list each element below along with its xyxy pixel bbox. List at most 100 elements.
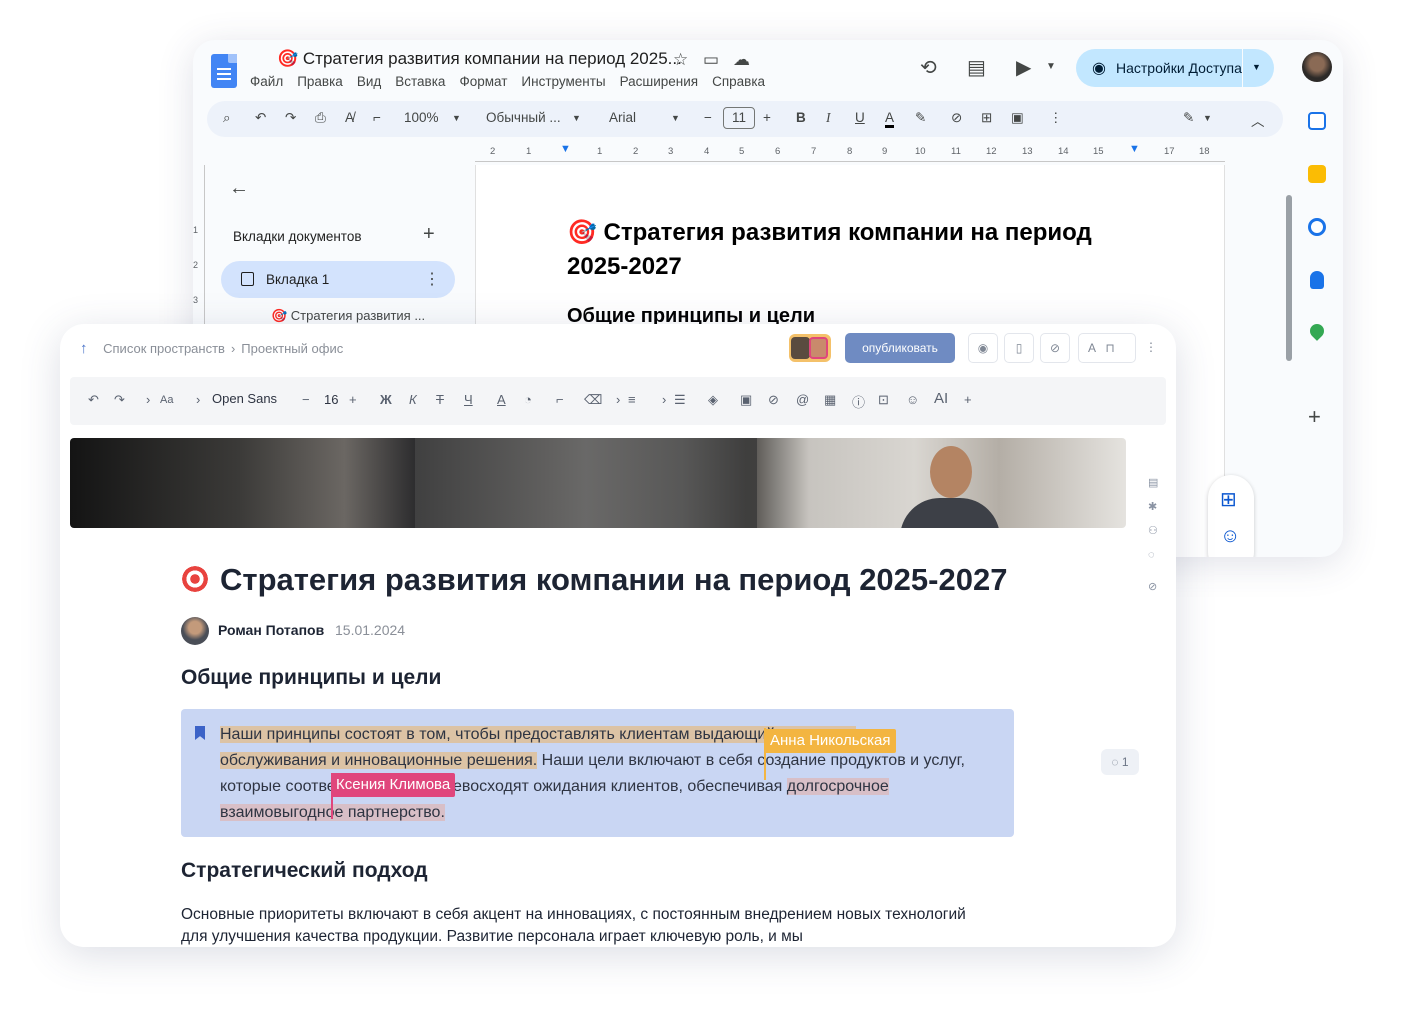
docs-logo-icon[interactable] — [211, 54, 237, 88]
underline-icon[interactable]: U — [855, 110, 865, 125]
highlight-icon[interactable]: ◔ — [524, 392, 532, 407]
chevron-down-icon[interactable]: ▼ — [671, 113, 680, 123]
undo-icon[interactable]: ↶ — [255, 110, 266, 126]
list-icon[interactable]: ☰ — [674, 392, 686, 408]
comments-icon[interactable]: ◌ — [1148, 549, 1155, 561]
menu-view[interactable]: Вид — [357, 74, 381, 89]
decrease-size-icon[interactable]: − — [704, 110, 712, 125]
collapse-toolbar-icon[interactable]: ︿ — [1251, 110, 1265, 130]
font-select[interactable]: Arial — [609, 110, 636, 125]
spellcheck-icon[interactable]: A̸ — [345, 110, 354, 125]
toc-icon[interactable]: ▤ — [1148, 476, 1158, 489]
scrollbar[interactable] — [1286, 195, 1292, 361]
calendar-icon[interactable] — [1308, 112, 1326, 130]
dropdown-icon[interactable]: ⊡ — [878, 392, 889, 408]
plugin-icon[interactable]: ✱ — [1148, 500, 1157, 513]
align-icon[interactable]: ≡ — [628, 392, 636, 407]
add-comment-icon[interactable]: ⊞ — [1220, 487, 1237, 512]
underline-icon[interactable]: Ч — [464, 392, 473, 407]
font-lock-group[interactable]: A ⊓ — [1078, 333, 1136, 363]
mention-icon[interactable]: @ — [796, 392, 809, 407]
menu-insert[interactable]: Вставка — [395, 74, 445, 89]
image-icon[interactable]: ▣ — [740, 392, 752, 408]
paint-format-icon[interactable]: ⌐ — [373, 110, 381, 125]
bold-icon[interactable]: Ж — [380, 392, 392, 407]
font-size-input[interactable]: 16 — [324, 392, 338, 407]
chevron-down-icon[interactable]: ▼ — [1252, 62, 1261, 72]
redo-icon[interactable]: ↷ — [285, 110, 296, 126]
highlight-icon[interactable]: ✎ — [915, 110, 926, 126]
strikethrough-icon[interactable]: Т — [436, 392, 444, 407]
cloud-status-icon[interactable]: ☁ — [733, 51, 750, 68]
increase-size-icon[interactable]: + — [349, 392, 357, 407]
paint-format-icon[interactable]: ⌐ — [556, 392, 564, 407]
chevron-down-icon[interactable]: ▼ — [1046, 62, 1056, 72]
publish-button[interactable]: опубликовать — [845, 333, 955, 363]
menu-format[interactable]: Формат — [459, 74, 507, 89]
view-icon[interactable]: ◉ — [968, 333, 998, 363]
chevron-right-icon[interactable]: › — [146, 392, 150, 407]
menu-help[interactable]: Справка — [712, 74, 765, 89]
more-icon[interactable]: ⋮ — [424, 269, 440, 289]
sub-heading-item[interactable]: 🎯 Стратегия развития ... — [271, 308, 425, 324]
font-select[interactable]: Open Sans — [212, 391, 277, 406]
collaborator-avatars[interactable] — [789, 334, 831, 362]
bookmark-icon[interactable]: ▯ — [1004, 333, 1034, 363]
increase-size-icon[interactable]: + — [763, 110, 771, 125]
menu-extensions[interactable]: Расширения — [620, 74, 699, 89]
link-icon[interactable]: ⊘ — [1148, 580, 1157, 593]
add-tab-icon[interactable]: + — [423, 223, 435, 246]
indent-marker-icon[interactable]: ▼ — [560, 143, 571, 155]
add-addon-icon[interactable]: + — [1308, 404, 1321, 430]
comment-count-button[interactable]: ◌ 1 — [1101, 749, 1139, 775]
history-icon[interactable]: ⟲ — [920, 58, 937, 78]
italic-icon[interactable]: К — [409, 392, 417, 407]
star-icon[interactable]: ☆ — [673, 51, 688, 68]
body-paragraph[interactable]: Основные приоритеты включают в себя акце… — [181, 904, 981, 947]
cover-image[interactable] — [70, 438, 1126, 528]
chevron-right-icon[interactable]: › — [662, 392, 666, 407]
link-icon[interactable]: ⊘ — [1040, 333, 1070, 363]
add-comment-icon[interactable]: ⊞ — [981, 110, 992, 126]
menu-edit[interactable]: Правка — [297, 74, 343, 89]
tasks-icon[interactable] — [1308, 218, 1326, 236]
comments-icon[interactable]: ▤ — [967, 58, 986, 78]
eraser-icon[interactable]: ⌫ — [584, 392, 602, 408]
link-icon[interactable]: ⊘ — [951, 110, 962, 126]
text-color-icon[interactable]: A — [885, 110, 895, 128]
chevron-right-icon[interactable]: › — [196, 392, 200, 407]
emoji-icon[interactable]: ☺ — [1220, 525, 1240, 548]
redo-icon[interactable]: ↷ — [114, 392, 125, 408]
zoom-select[interactable]: 100% — [404, 110, 439, 125]
search-icon[interactable]: ⌕ — [223, 110, 231, 126]
doc-title[interactable]: 🎯 Стратегия развития компании на период … — [277, 49, 682, 69]
add-icon[interactable]: + — [964, 392, 972, 407]
chevron-down-icon[interactable]: ▼ — [452, 113, 461, 123]
italic-icon[interactable]: I — [826, 110, 831, 126]
more-icon[interactable]: ⋮ — [1136, 333, 1166, 363]
calendar-icon[interactable]: ▦ — [824, 392, 836, 408]
print-icon[interactable]: ⎙ — [315, 110, 326, 126]
info-icon[interactable]: ⓘ — [852, 392, 865, 411]
avatar[interactable] — [181, 617, 209, 645]
author-name[interactable]: Роман Потапов — [218, 622, 324, 638]
ai-button[interactable]: AI — [934, 390, 948, 407]
chevron-down-icon[interactable]: ▼ — [572, 113, 581, 123]
meet-icon[interactable]: ▶ — [1016, 58, 1031, 78]
emoji-icon[interactable]: ☺ — [906, 392, 919, 407]
undo-icon[interactable]: ↶ — [88, 392, 99, 408]
text-color-icon[interactable]: A — [497, 392, 506, 407]
editing-mode-icon[interactable]: ✎ — [1183, 110, 1194, 126]
bold-icon[interactable]: B — [796, 110, 806, 125]
chevron-down-icon[interactable]: ▼ — [1203, 113, 1212, 123]
back-arrow-icon[interactable]: ← — [229, 177, 249, 200]
keep-icon[interactable] — [1308, 165, 1326, 183]
image-icon[interactable]: ▣ — [1011, 110, 1024, 126]
more-icon[interactable]: ⋮ — [1049, 110, 1063, 126]
style-select[interactable]: Обычный ... — [486, 110, 561, 125]
chevron-right-icon[interactable]: › — [616, 392, 620, 407]
tab-1[interactable]: Вкладка 1 ⋮ — [221, 261, 455, 298]
decrease-size-icon[interactable]: − — [302, 392, 310, 407]
breadcrumb-spaces[interactable]: Список пространств — [103, 341, 225, 356]
users-icon[interactable]: ⚇ — [1148, 524, 1158, 537]
